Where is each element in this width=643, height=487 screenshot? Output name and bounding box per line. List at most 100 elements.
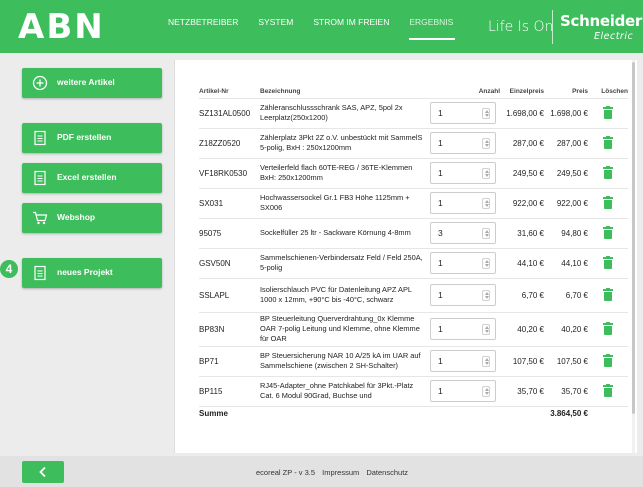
artikel-nr: SX031 (199, 187, 260, 218)
col-loeschen: Löschen (601, 88, 628, 96)
artikel-nr: BP83N (199, 311, 260, 346)
spinner-arrows-icon[interactable] (482, 324, 490, 335)
bezeichnung: Zähleranschlussschrank SAS, APZ, 5pol 2x… (260, 97, 428, 128)
trash-icon[interactable] (603, 288, 613, 301)
bezeichnung: Sammelschienen-Verbindersatz Feld / Feld… (260, 247, 428, 278)
datenschutz-link[interactable]: Datenschutz (366, 468, 408, 477)
trash-icon[interactable] (603, 196, 613, 209)
quantity-stepper[interactable]: 3 (430, 222, 496, 244)
quantity-value[interactable]: 1 (438, 324, 443, 334)
spinner-arrows-icon[interactable] (482, 290, 490, 301)
trash-icon[interactable] (603, 166, 613, 179)
back-button[interactable] (22, 461, 64, 483)
neues-projekt-button[interactable]: neues Projekt (22, 258, 162, 288)
col-bezeichnung: Bezeichnung (260, 88, 301, 96)
chevron-left-icon (39, 466, 46, 478)
anzahl-cell: 1 (428, 345, 500, 376)
quantity-value[interactable]: 1 (438, 290, 443, 300)
col-preis: Preis (572, 88, 588, 96)
quantity-stepper[interactable]: 1 (430, 284, 496, 306)
version-text: ecoreal ZP - v 3.5 (256, 468, 316, 477)
quantity-value[interactable]: 1 (438, 168, 443, 178)
delete-cell (588, 217, 628, 248)
quantity-stepper[interactable]: 1 (430, 102, 496, 124)
footer-links: ecoreal ZP - v 3.5 Impressum Datenschutz (256, 468, 413, 477)
bezeichnung: Zählerplatz 3Pkt 2Z o.V. unbestückt mit … (260, 127, 428, 158)
quantity-stepper[interactable]: 1 (430, 162, 496, 184)
schneider-logo-sub: Electric (594, 31, 634, 42)
nav-system[interactable]: SYSTEM (258, 16, 293, 40)
bezeichnung: Sockelfüller 25 ltr - Sackware Körnung 4… (260, 217, 428, 248)
document-icon (34, 265, 46, 281)
preis: 1.698,00 € (544, 97, 588, 128)
spinner-arrows-icon[interactable] (482, 258, 490, 269)
nav-ergebnis[interactable]: ERGEBNIS (409, 16, 456, 40)
pdf-erstellen-button[interactable]: PDF erstellen (22, 123, 162, 153)
trash-icon[interactable] (603, 322, 613, 335)
trash-icon[interactable] (603, 384, 613, 397)
scrollbar-thumb[interactable] (632, 62, 635, 414)
artikel-nr: BP71 (199, 345, 260, 376)
delete-cell (588, 345, 628, 376)
table-row: SSLAPL Isolierschlauch PVC für Datenleitu… (199, 277, 628, 312)
artikel-nr: VF18RK0530 (199, 157, 260, 188)
einzelpreis: 922,00 € (500, 187, 544, 218)
weitere-artikel-button[interactable]: weitere Artikel (22, 68, 162, 98)
trash-icon[interactable] (603, 226, 613, 239)
nav-netzbetreiber[interactable]: NETZBETREIBER (168, 16, 238, 40)
quantity-stepper[interactable]: 1 (430, 252, 496, 274)
quantity-value[interactable]: 3 (438, 228, 443, 238)
quantity-value[interactable]: 1 (438, 108, 443, 118)
impressum-link[interactable]: Impressum (322, 468, 359, 477)
spinner-arrows-icon[interactable] (482, 356, 490, 367)
anzahl-cell: 1 (428, 157, 500, 188)
quantity-stepper[interactable]: 1 (430, 318, 496, 340)
excel-erstellen-button[interactable]: Excel erstellen (22, 163, 162, 193)
spinner-arrows-icon[interactable] (482, 168, 490, 179)
quantity-value[interactable]: 1 (438, 386, 443, 396)
document-icon (34, 130, 46, 146)
spinner-arrows-icon[interactable] (482, 386, 490, 397)
artikel-nr: GSV50N (199, 247, 260, 278)
quantity-value[interactable]: 1 (438, 138, 443, 148)
table-row: 95075 Sockelfüller 25 ltr - Sackware Körn… (199, 217, 628, 248)
preis: 107,50 € (544, 345, 588, 376)
quantity-stepper[interactable]: 1 (430, 380, 496, 402)
sum-row: Summe 3.864,50 € (199, 405, 628, 420)
nav-strom-im-freien[interactable]: STROM IM FREIEN (313, 16, 389, 40)
preis: 40,20 € (544, 311, 588, 346)
quantity-value[interactable]: 1 (438, 258, 443, 268)
webshop-button[interactable]: Webshop (22, 203, 162, 233)
quantity-value[interactable]: 1 (438, 356, 443, 366)
document-icon (34, 170, 46, 186)
spinner-arrows-icon[interactable] (482, 108, 490, 119)
anzahl-cell: 1 (428, 375, 500, 406)
bezeichnung: BP Steuerleitung Querverdrahtung_0x Klem… (260, 311, 428, 346)
spinner-arrows-icon[interactable] (482, 228, 490, 239)
einzelpreis: 31,60 € (500, 217, 544, 248)
sum-label: Summe (199, 405, 260, 420)
preis: 922,00 € (544, 187, 588, 218)
trash-icon[interactable] (603, 136, 613, 149)
delete-cell (588, 277, 628, 312)
plus-circle-icon (32, 75, 48, 91)
quantity-stepper[interactable]: 1 (430, 192, 496, 214)
step-badge: 4 (0, 260, 18, 278)
spinner-arrows-icon[interactable] (482, 138, 490, 149)
anzahl-cell: 3 (428, 217, 500, 248)
table-row: BP71 BP Steuersicherung NAR 10 A/25 kA im… (199, 345, 628, 376)
result-panel: Artikel-Nr Bezeichnung Anzahl Einzelprei… (174, 60, 637, 453)
quantity-value[interactable]: 1 (438, 198, 443, 208)
quantity-stepper[interactable]: 1 (430, 350, 496, 372)
article-table: Artikel-Nr Bezeichnung Anzahl Einzelprei… (199, 86, 628, 420)
trash-icon[interactable] (603, 106, 613, 119)
trash-icon[interactable] (603, 256, 613, 269)
trash-icon[interactable] (603, 354, 613, 367)
spinner-arrows-icon[interactable] (482, 198, 490, 209)
quantity-stepper[interactable]: 1 (430, 132, 496, 154)
artikel-nr: 95075 (199, 217, 260, 248)
einzelpreis: 35,70 € (500, 375, 544, 406)
col-anzahl: Anzahl (478, 88, 500, 96)
bezeichnung: RJ45-Adapter_ohne Patchkabel für 3Pkt.-P… (260, 375, 428, 406)
header-bar: ABN NETZBETREIBER SYSTEM STROM IM FREIEN… (0, 0, 643, 53)
